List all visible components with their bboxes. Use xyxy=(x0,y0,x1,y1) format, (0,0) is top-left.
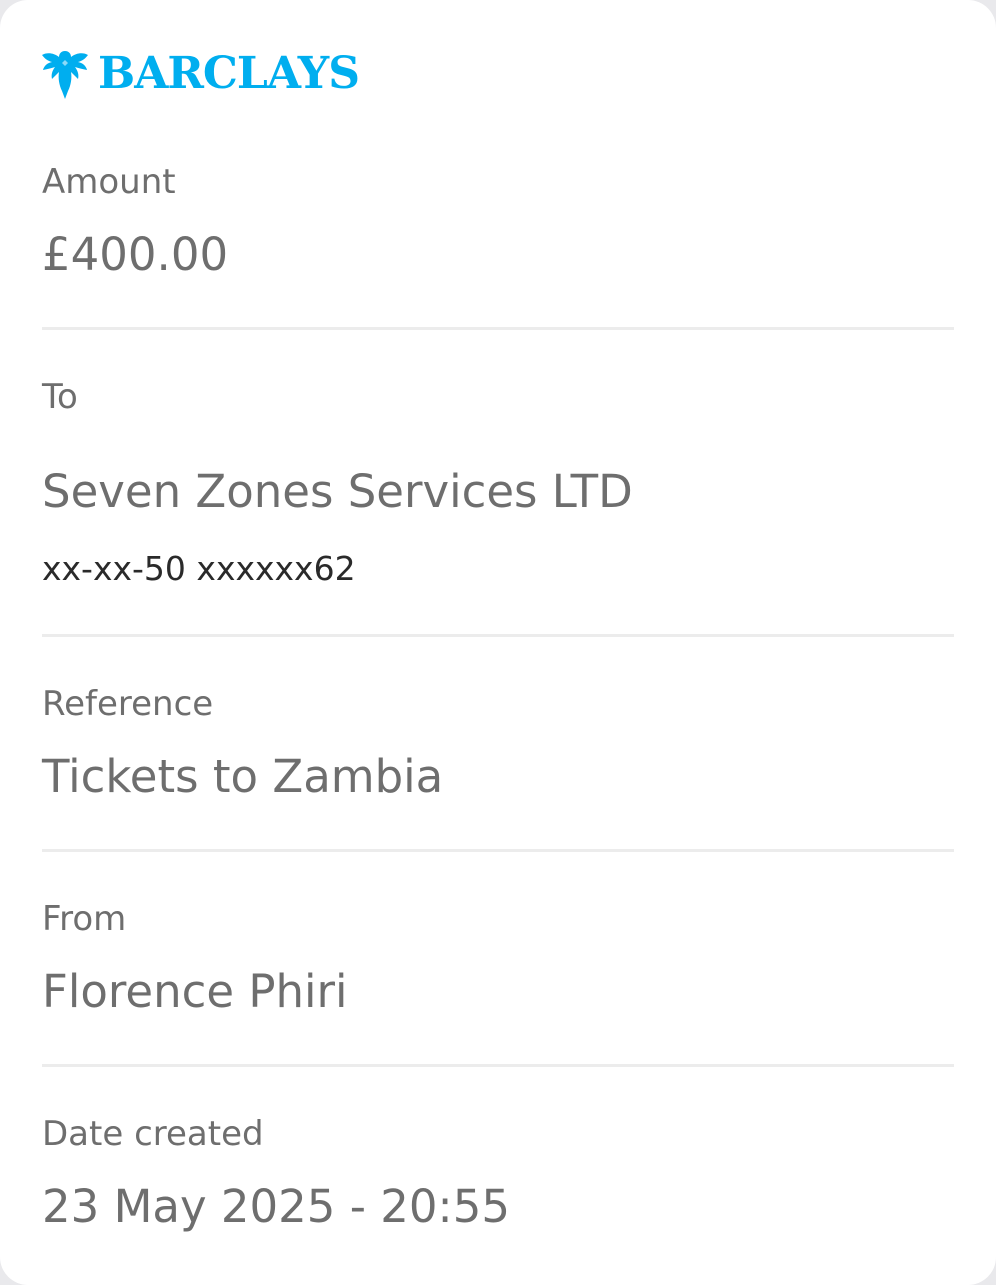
payment-receipt-card: BARCLAYS Amount £400.00 To Seven Zones S… xyxy=(0,0,996,1285)
sender-label: From xyxy=(42,899,127,939)
recipient-label: To xyxy=(42,377,78,417)
divider xyxy=(42,327,954,330)
amount-section: Amount £400.00 xyxy=(42,160,954,290)
sender-name: Florence Phiri xyxy=(42,965,348,1018)
recipient-section: To Seven Zones Services LTD xx-xx-50 xxx… xyxy=(42,375,954,595)
recipient-name: Seven Zones Services LTD xyxy=(42,465,633,518)
reference-value: Tickets to Zambia xyxy=(42,750,444,803)
divider xyxy=(42,1064,954,1067)
date-created-label: Date created xyxy=(42,1114,264,1154)
amount-label: Amount xyxy=(42,162,176,202)
recipient-account: xx-xx-50 xxxxxx62 xyxy=(42,549,356,588)
reference-section: Reference Tickets to Zambia xyxy=(42,682,954,812)
sender-section: From Florence Phiri xyxy=(42,897,954,1027)
date-created-value: 23 May 2025 - 20:55 xyxy=(42,1180,510,1233)
eagle-icon xyxy=(40,47,90,101)
amount-value: £400.00 xyxy=(42,228,229,281)
date-created-section: Date created 23 May 2025 - 20:55 xyxy=(42,1112,954,1242)
reference-label: Reference xyxy=(42,684,214,724)
barclays-logo: BARCLAYS xyxy=(40,46,360,102)
divider xyxy=(42,634,954,637)
brand-name: BARCLAYS xyxy=(98,48,360,99)
divider xyxy=(42,849,954,852)
